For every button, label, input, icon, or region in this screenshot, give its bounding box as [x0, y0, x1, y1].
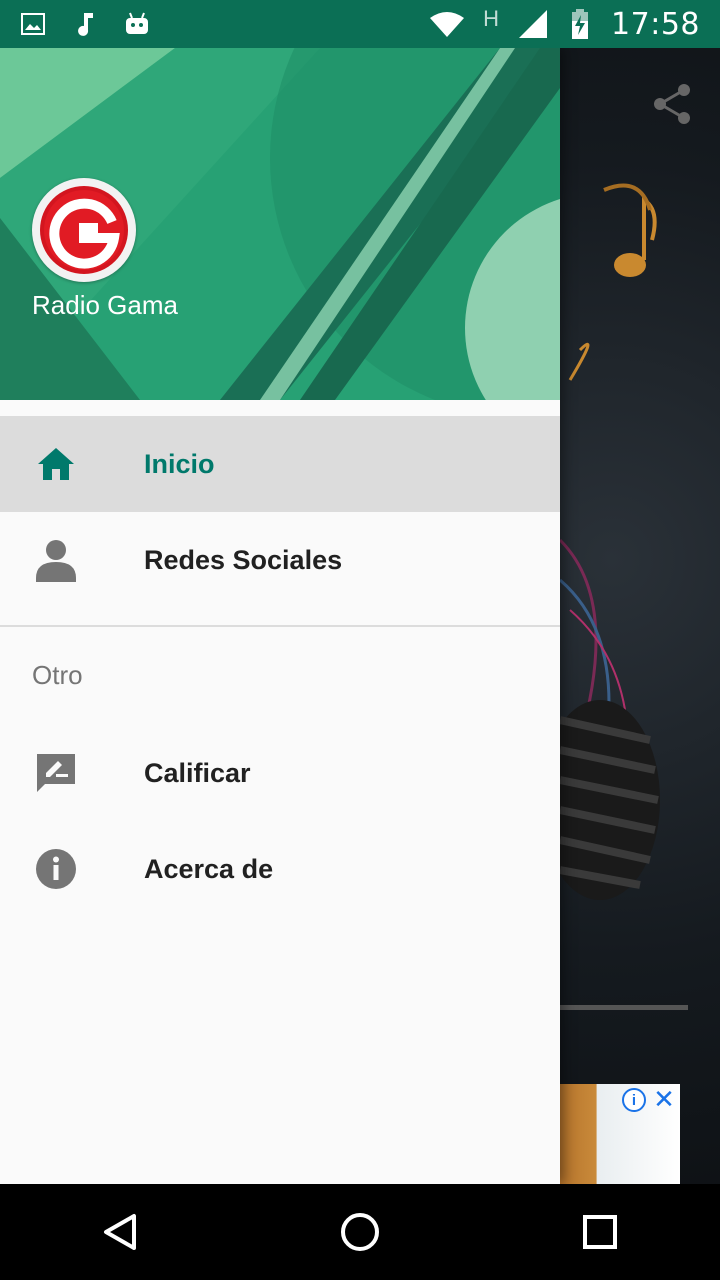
menu-item-calificar[interactable]: Calificar [0, 725, 560, 821]
drawer-header: Radio Gama [0, 48, 560, 400]
seek-bar[interactable] [560, 1005, 688, 1010]
back-icon[interactable] [80, 1192, 160, 1272]
network-type: H [483, 6, 500, 31]
music-note-icon [72, 11, 98, 37]
android-icon [124, 11, 150, 37]
menu-item-redes-sociales[interactable]: Redes Sociales [0, 512, 560, 608]
app-name: Radio Gama [32, 290, 178, 320]
ad-info-icon[interactable]: i [622, 1088, 646, 1112]
menu-label-redes-sociales: Redes Sociales [144, 544, 343, 575]
menu-label-acerca-de: Acerca de [144, 853, 274, 884]
battery-charging-icon [567, 9, 593, 39]
image-icon [20, 11, 46, 37]
home-icon [32, 440, 80, 488]
music-artwork [560, 183, 660, 900]
share-icon[interactable] [648, 78, 696, 130]
menu-label-inicio: Inicio [144, 448, 215, 479]
drawer-menu: Inicio Redes Sociales Otro Calificar Ace… [0, 416, 560, 917]
info-icon [32, 845, 80, 893]
app-logo [32, 178, 136, 282]
status-bar: H 17:58 [0, 0, 720, 48]
recents-icon[interactable] [560, 1192, 640, 1272]
cell-signal-icon [517, 10, 549, 38]
home-button-icon[interactable] [320, 1192, 400, 1272]
clock: 17:58 [611, 6, 700, 42]
menu-item-inicio[interactable]: Inicio [0, 416, 560, 512]
ad-close-icon[interactable]: ✕ [652, 1086, 676, 1112]
menu-label-calificar: Calificar [144, 757, 251, 788]
screen: H 17:58 i ✕ Radio Gama Inicio Redes Soci… [0, 0, 720, 1280]
section-title-otro: Otro [32, 659, 83, 690]
system-nav-bar [0, 1184, 720, 1280]
ad-banner[interactable]: i ✕ [560, 1084, 680, 1184]
navigation-drawer: Radio Gama Inicio Redes Sociales Otro Ca… [0, 48, 560, 1184]
menu-item-acerca-de[interactable]: Acerca de [0, 821, 560, 917]
person-icon [32, 536, 80, 584]
rate-review-icon [32, 749, 80, 797]
wifi-icon [429, 11, 465, 37]
